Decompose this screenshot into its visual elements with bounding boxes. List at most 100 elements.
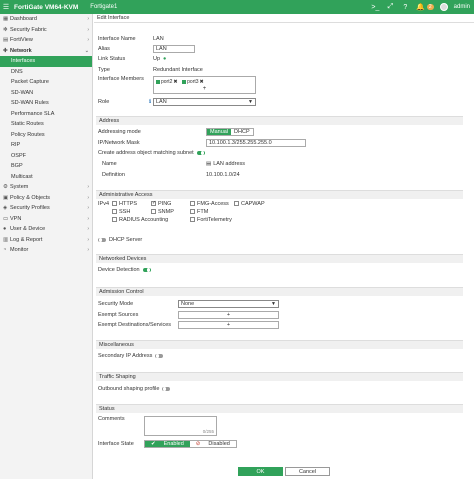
chevron-right-icon: › xyxy=(87,215,89,222)
sidebar-item-vpn[interactable]: ▭ VPN › xyxy=(0,214,92,225)
ok-button[interactable]: OK xyxy=(238,467,283,476)
dhcp-server-toggle[interactable] xyxy=(98,237,106,243)
outbound-shaping-toggle[interactable] xyxy=(162,386,171,392)
sidebar-subitem-sd-wan[interactable]: SD-WAN xyxy=(0,88,92,99)
cli-icon[interactable]: >_ xyxy=(371,3,380,12)
chevron-right-icon: › xyxy=(87,194,89,201)
sidebar-subitem-multicast[interactable]: Multicast xyxy=(0,172,92,183)
sidebar-subitem-performance-sla[interactable]: Performance SLA xyxy=(0,109,92,120)
port-icon xyxy=(182,80,187,84)
product-name: FortiGate VM64-KVM xyxy=(14,3,79,11)
hamburger-menu-icon[interactable]: ☰ xyxy=(0,3,12,11)
ip-netmask-input[interactable]: 10.100.1.3/255.255.255.0 xyxy=(206,139,306,147)
members-box[interactable]: port2 ✖ port3 ✖ + xyxy=(153,76,256,94)
sidebar-item-policy-objects[interactable]: ▣ Policy & Objects › xyxy=(0,193,92,204)
chevron-right-icon: › xyxy=(87,236,89,243)
sidebar-subitem-dns[interactable]: DNS xyxy=(0,67,92,78)
create-address-toggle[interactable] xyxy=(196,150,205,156)
remove-icon[interactable]: ✖ xyxy=(173,79,177,85)
address-object-icon: ▤ xyxy=(206,161,212,167)
policy-icon: ▣ xyxy=(3,194,9,201)
exempt-sources-row: Exempt Sources + xyxy=(98,311,279,319)
ftm-checkbox[interactable]: FTM xyxy=(190,209,234,215)
dashboard-icon: ▦ xyxy=(3,16,9,23)
port-icon xyxy=(156,80,160,84)
sidebar-subitem-packet-capture[interactable]: Packet Capture xyxy=(0,77,92,88)
sidebar-item-log-report[interactable]: ▥ Log & Report › xyxy=(0,235,92,246)
link-status-value: Up xyxy=(153,56,161,62)
mode-manual-button[interactable]: Manual xyxy=(207,129,232,135)
fortiview-icon: ▤ xyxy=(3,37,9,44)
admin-access-row: IPv4 HTTPS PING FMG-Access CAPWAP SSH SN… xyxy=(98,200,274,223)
alias-input[interactable]: LAN xyxy=(153,45,195,53)
secondary-ip-toggle[interactable] xyxy=(155,353,164,359)
comments-row: Comments 0/255 xyxy=(98,416,217,436)
admin-access-grid: HTTPS PING FMG-Access CAPWAP SSH SNMP FT… xyxy=(112,200,274,223)
user-icon: ● xyxy=(3,226,7,233)
disabled-button[interactable]: ⊘ Disabled xyxy=(190,441,236,447)
exempt-sources-add[interactable]: + xyxy=(178,311,279,319)
fortitelemetry-checkbox[interactable]: FortiTelemetry xyxy=(190,217,274,223)
exempt-destinations-add[interactable]: + xyxy=(178,321,279,329)
log-icon: ▥ xyxy=(3,236,9,243)
fmg-access-checkbox[interactable]: FMG-Access xyxy=(190,201,234,207)
sidebar-item-user-device[interactable]: ● User & Device › xyxy=(0,224,92,235)
interface-state-row: Interface State ✔ Enabled ⊘ Disabled xyxy=(98,440,237,448)
fullscreen-icon[interactable]: ⤢ xyxy=(386,3,395,12)
comments-textarea[interactable]: 0/255 xyxy=(144,416,217,436)
sidebar-item-monitor[interactable]: ◔ Monitor › xyxy=(0,245,92,256)
enabled-button[interactable]: ✔ Enabled xyxy=(145,441,190,447)
sidebar-subitem-sd-wan-rules[interactable]: SD-WAN Rules xyxy=(0,98,92,109)
sidebar-subitem-ospf[interactable]: OSPF xyxy=(0,151,92,162)
ssh-checkbox[interactable]: SSH xyxy=(112,209,151,215)
member-chip[interactable]: port3 ✖ xyxy=(182,79,204,85)
alias-row: Alias LAN xyxy=(98,45,195,53)
security-mode-select[interactable]: None ▼ xyxy=(178,300,279,308)
address-name-value: LAN address xyxy=(213,161,245,167)
capwap-checkbox[interactable]: CAPWAP xyxy=(234,201,274,207)
top-bar: ☰ FortiGate VM64-KVM Fortigate1 >_ ⤢ ? 🔔… xyxy=(0,0,474,14)
sidebar-item-dashboard[interactable]: ▦ Dashboard › xyxy=(0,14,92,25)
interface-state-toggle[interactable]: ✔ Enabled ⊘ Disabled xyxy=(144,440,237,448)
system-icon: ⚙ xyxy=(3,184,8,191)
section-status: Status xyxy=(96,404,463,413)
cancel-button[interactable]: Cancel xyxy=(285,467,330,476)
security-icon: ◈ xyxy=(3,205,8,212)
sidebar-item-fortiview[interactable]: ▤ FortiView › xyxy=(0,35,92,46)
mode-dhcp-button[interactable]: DHCP xyxy=(231,129,253,135)
chevron-right-icon: › xyxy=(87,247,89,254)
remove-icon[interactable]: ✖ xyxy=(200,79,204,85)
username[interactable]: admin xyxy=(454,4,470,10)
bell-icon[interactable]: 🔔 xyxy=(416,3,425,12)
ip-row: IP/Network Mask 10.100.1.3/255.255.255.0 xyxy=(98,139,306,147)
device-detection-toggle[interactable] xyxy=(142,267,151,273)
chevron-right-icon: › xyxy=(87,184,89,191)
notification-badge: 2 xyxy=(426,4,434,10)
sidebar-item-network[interactable]: ✚ Network ⌄ xyxy=(0,46,92,57)
sidebar-item-security-fabric[interactable]: ✻ Security Fabric › xyxy=(0,25,92,36)
role-select[interactable]: LAN ▼ xyxy=(153,98,256,106)
main-panel: Edit Interface Interface Name LAN Alias LA… xyxy=(94,14,474,479)
sidebar-subitem-rip[interactable]: RIP xyxy=(0,140,92,151)
https-checkbox[interactable]: HTTPS xyxy=(112,201,151,207)
sidebar-item-system[interactable]: ⚙ System › xyxy=(0,182,92,193)
role-row: Role ℹ LAN ▼ xyxy=(98,98,256,106)
member-chip[interactable]: port2 ✖ xyxy=(156,79,178,85)
sidebar-subitem-bgp[interactable]: BGP xyxy=(0,161,92,172)
user-avatar[interactable] xyxy=(439,3,448,11)
snmp-checkbox[interactable]: SNMP xyxy=(151,209,190,215)
sidebar-item-security-profiles[interactable]: ◈ Security Profiles › xyxy=(0,203,92,214)
sidebar-subitem-interfaces[interactable]: Interfaces xyxy=(0,56,92,67)
interface-name-value: LAN xyxy=(153,36,164,42)
radius-accounting-checkbox[interactable]: RADIUS Accounting xyxy=(112,217,190,223)
sidebar-subitem-static-routes[interactable]: Static Routes xyxy=(0,119,92,130)
hostname: Fortigate1 xyxy=(90,4,118,10)
add-member-button[interactable]: + xyxy=(156,86,253,92)
secondary-ip-row: Secondary IP Address xyxy=(98,353,166,359)
block-icon: ⊘ xyxy=(195,441,201,447)
addressing-mode-toggle[interactable]: Manual DHCP xyxy=(206,128,254,136)
sidebar-subitem-policy-routes[interactable]: Policy Routes xyxy=(0,130,92,141)
ping-checkbox[interactable]: PING xyxy=(151,200,190,207)
definition-value: 10.100.1.0/24 xyxy=(206,172,240,178)
help-icon[interactable]: ? xyxy=(401,3,410,12)
